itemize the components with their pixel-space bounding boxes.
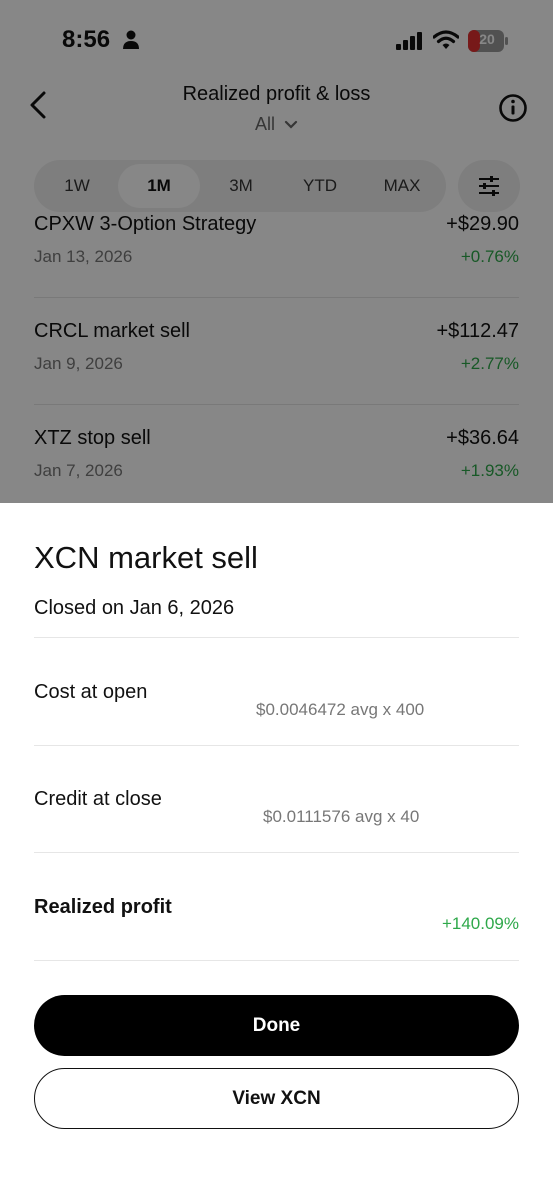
credit-at-close-detail: $0.0111576 avg x 40	[263, 807, 420, 826]
divider	[34, 637, 519, 638]
redaction-blur	[428, 765, 522, 835]
credit-at-close-label: Credit at close	[34, 788, 162, 810]
trade-detail-sheet: XCN market sell Closed on Jan 6, 2026 Co…	[0, 503, 553, 1200]
divider	[34, 852, 519, 853]
done-button[interactable]: Done	[34, 995, 519, 1056]
divider	[34, 960, 519, 961]
realized-profit-percent: +140.09%	[441, 914, 519, 933]
realized-profit-label: Realized profit	[34, 896, 172, 918]
cost-at-open-label: Cost at open	[34, 681, 148, 703]
closed-date: Closed on Jan 6, 2026	[34, 597, 235, 619]
modal-backdrop[interactable]	[0, 0, 553, 503]
redaction-blur	[420, 875, 520, 907]
sheet-title: XCN market sell	[34, 540, 258, 575]
view-xcn-button[interactable]: View XCN	[34, 1068, 519, 1129]
divider	[34, 745, 519, 746]
redaction-blur	[432, 653, 522, 723]
cost-at-open-detail: $0.0046472 avg x 400	[256, 700, 425, 719]
